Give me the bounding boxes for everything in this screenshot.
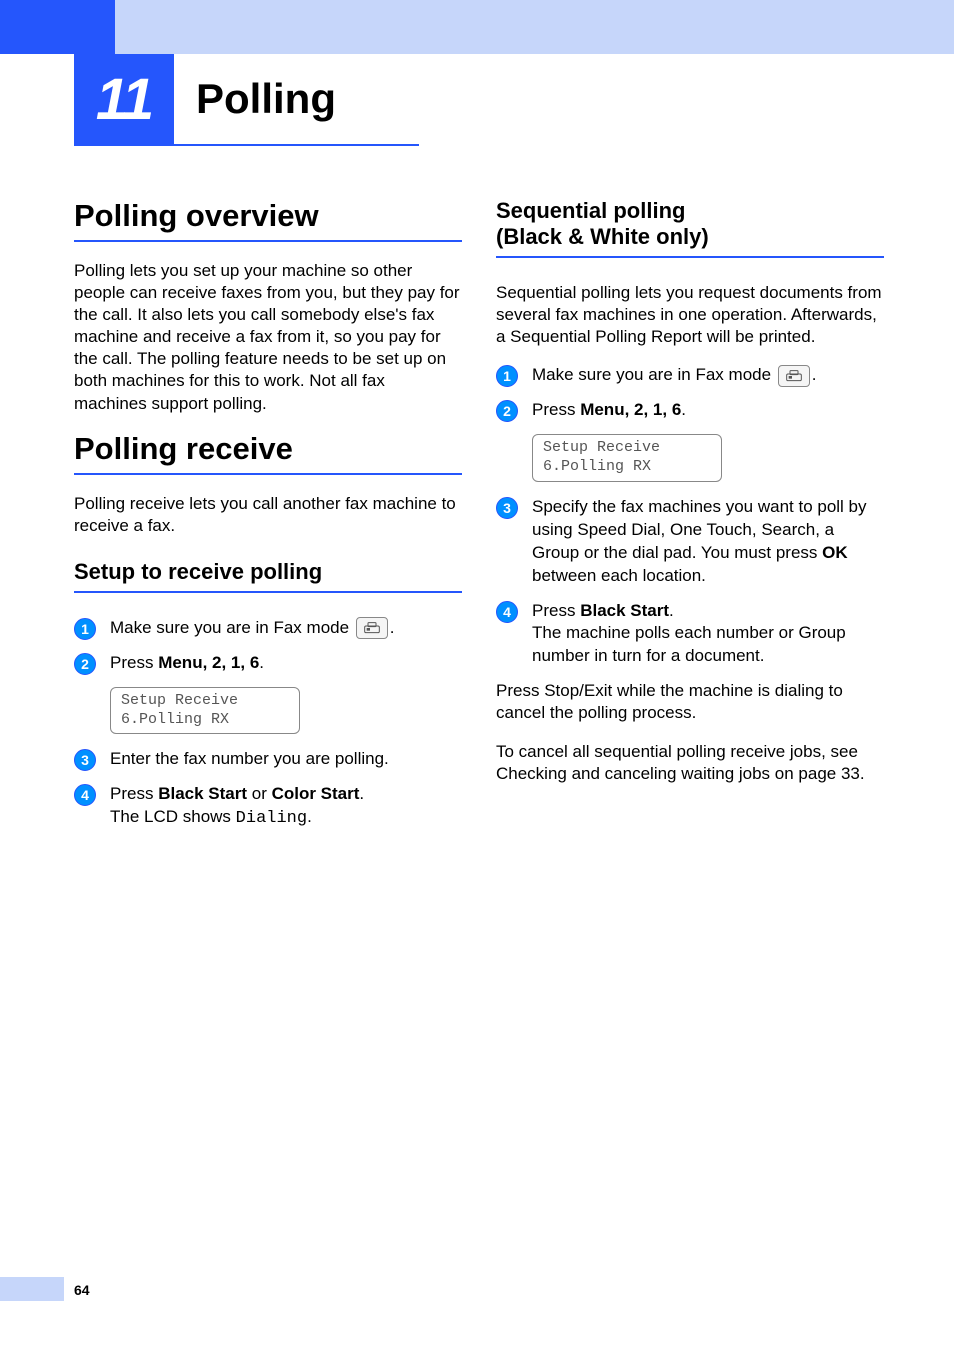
text: The machine polls each number or Group n…	[532, 623, 846, 665]
page-number: 64	[74, 1282, 90, 1298]
text: To cancel all sequential polling receive…	[496, 742, 858, 761]
text: .	[307, 807, 312, 826]
fax-icon	[778, 365, 810, 387]
top-accent-blue	[0, 0, 115, 54]
content: Polling overview Polling lets you set up…	[74, 190, 884, 843]
left-step-3: 3 Enter the fax number you are polling.	[74, 748, 462, 771]
heading-polling-overview: Polling overview	[74, 198, 462, 242]
text: on page 33.	[770, 764, 865, 783]
step-text: Specify the fax machines you want to pol…	[532, 496, 884, 588]
step-text: Make sure you are in Fax mode .	[532, 364, 817, 387]
chapter-title: Polling	[196, 75, 336, 123]
text: Press	[532, 400, 580, 419]
step-badge: 3	[496, 497, 518, 519]
lcd-line: 6.Polling RX	[543, 458, 651, 475]
fax-icon	[356, 617, 388, 639]
text: Press	[532, 601, 580, 620]
left-step-1: 1 Make sure you are in Fax mode .	[74, 617, 462, 640]
text-bold: , 2, 1, 6	[625, 400, 682, 419]
step-badge: 2	[74, 653, 96, 675]
step-text: Press Black Start or Color Start. The LC…	[110, 783, 364, 831]
text-bold: , 2, 1, 6	[203, 653, 260, 672]
text: .	[681, 400, 686, 419]
step-text: Press Black Start. The machine polls eac…	[532, 600, 884, 669]
heading-polling-receive: Polling receive	[74, 431, 462, 475]
text-bold: Menu	[580, 400, 624, 419]
right-step-1: 1 Make sure you are in Fax mode .	[496, 364, 884, 387]
left-step-4: 4 Press Black Start or Color Start. The …	[74, 783, 462, 831]
text-bold: Black Start	[580, 601, 669, 620]
chapter-header: 11 Polling	[74, 54, 419, 146]
text: Press	[496, 681, 544, 700]
text: Press	[110, 784, 158, 803]
step-badge: 4	[496, 601, 518, 623]
right-step-4: 4 Press Black Start. The machine polls e…	[496, 600, 884, 669]
left-column: Polling overview Polling lets you set up…	[74, 190, 462, 843]
left-step-2: 2 Press Menu, 2, 1, 6.	[74, 652, 462, 675]
text-bold: Black Start	[158, 784, 247, 803]
right-column: Sequential polling (Black & White only) …	[496, 190, 884, 843]
step-badge: 4	[74, 784, 96, 806]
text-bold: Menu	[158, 653, 202, 672]
text: .	[259, 653, 264, 672]
text: Make sure you are in Fax mode	[532, 365, 776, 384]
step-text: Press Menu, 2, 1, 6.	[532, 399, 686, 422]
lcd-display: Setup Receive 6.Polling RX	[110, 687, 300, 735]
lcd-display: Setup Receive 6.Polling RX	[532, 434, 722, 482]
page-number-accent	[0, 1277, 64, 1301]
text: .	[359, 784, 364, 803]
text: Make sure you are in Fax mode	[110, 618, 354, 637]
text: .	[812, 365, 817, 384]
step-badge: 3	[74, 749, 96, 771]
overview-body: Polling lets you set up your machine so …	[74, 260, 462, 415]
right-step-2: 2 Press Menu, 2, 1, 6.	[496, 399, 884, 422]
text: or	[247, 784, 272, 803]
step-badge: 2	[496, 400, 518, 422]
text-bold: Stop/Exit	[544, 681, 612, 700]
text: Press	[110, 653, 158, 672]
seq-body: Sequential polling lets you request docu…	[496, 282, 884, 348]
text-mono: Dialing	[236, 809, 307, 828]
top-accent-light	[115, 0, 954, 54]
text: .	[669, 601, 674, 620]
text: Specify the fax machines you want to pol…	[532, 497, 867, 562]
heading-sequential-polling: Sequential polling (Black & White only)	[496, 198, 884, 258]
step-text: Enter the fax number you are polling.	[110, 748, 389, 771]
receive-body: Polling receive lets you call another fa…	[74, 493, 462, 537]
text: The LCD shows	[110, 807, 236, 826]
text: between each location.	[532, 566, 706, 585]
right-step-3: 3 Specify the fax machines you want to p…	[496, 496, 884, 588]
lcd-line: Setup Receive	[543, 439, 660, 456]
step-text: Make sure you are in Fax mode .	[110, 617, 395, 640]
text-bold: Color Start	[272, 784, 360, 803]
chapter-number: 11	[74, 54, 174, 144]
after-text-2: To cancel all sequential polling receive…	[496, 741, 884, 785]
heading-setup-receive-polling: Setup to receive polling	[74, 559, 462, 593]
step-badge: 1	[496, 365, 518, 387]
lcd-line: 6.Polling RX	[121, 711, 229, 728]
step-badge: 1	[74, 618, 96, 640]
after-text-1: Press Stop/Exit while the machine is dia…	[496, 680, 884, 724]
text-bold: OK	[822, 543, 848, 562]
text-italic: Checking and canceling waiting jobs	[496, 764, 770, 783]
lcd-line: Setup Receive	[121, 692, 238, 709]
step-text: Press Menu, 2, 1, 6.	[110, 652, 264, 675]
text: .	[390, 618, 395, 637]
